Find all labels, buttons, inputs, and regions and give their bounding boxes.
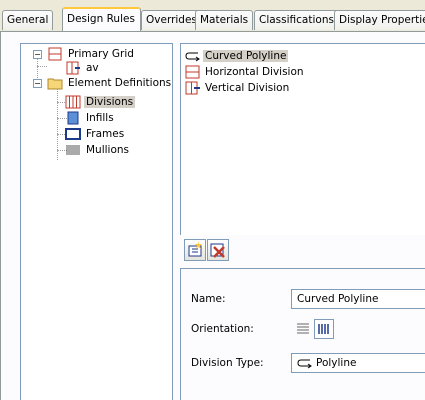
division-type-label: Division Type: [191, 357, 264, 369]
list-item[interactable]: Vertical Division [185, 80, 291, 96]
list-toolbar [180, 235, 425, 265]
tree-item-element-definitions[interactable]: Element Definitions [47, 75, 173, 91]
tree-item-infills[interactable]: Infills [65, 110, 116, 126]
horizontal-division-icon [185, 65, 201, 79]
division-type-value: Polyline [316, 357, 357, 369]
orientation-toggle [291, 317, 341, 341]
tab-display-properties[interactable]: Display Properties [334, 10, 425, 30]
tree-item-label: av [86, 62, 99, 74]
divisions-icon [65, 95, 81, 109]
tree-connector [37, 66, 47, 67]
name-field[interactable]: Curved Polyline [291, 289, 425, 309]
tree-connector [57, 80, 58, 160]
vertical-division-icon [65, 61, 81, 75]
list-item-label: Horizontal Division [205, 66, 304, 78]
vertical-lines-icon [318, 324, 329, 334]
tree-item-label: Element Definitions [68, 77, 172, 89]
tree-item-label: Primary Grid [68, 48, 134, 60]
tree-item-divisions[interactable]: Divisions [65, 94, 136, 110]
properties-panel: Name: Curved Polyline Orientation: Divis… [180, 268, 425, 400]
delete-division-button[interactable] [207, 239, 229, 261]
tab-design-rules[interactable]: Design Rules [62, 7, 141, 31]
tab-strip: General Design Rules Overrides Materials… [0, 6, 425, 32]
list-item[interactable]: Horizontal Division [185, 64, 306, 80]
infill-icon [65, 111, 81, 125]
name-field-value: Curved Polyline [297, 293, 379, 305]
tree-item-av[interactable]: av [65, 60, 101, 76]
horizontal-lines-icon [297, 323, 309, 334]
orientation-horizontal-button[interactable] [293, 319, 313, 339]
orientation-vertical-button[interactable] [314, 319, 334, 339]
polyline-icon [297, 356, 313, 370]
tree-item-label: Divisions [84, 96, 136, 108]
tab-overrides[interactable]: Overrides [141, 10, 202, 30]
name-label: Name: [191, 293, 226, 305]
tree-item-mullions[interactable]: Mullions [65, 142, 131, 158]
collapse-icon[interactable]: − [33, 79, 42, 88]
tree-item-frames[interactable]: Frames [65, 126, 126, 142]
collapse-icon[interactable]: − [33, 50, 42, 59]
element-tree[interactable]: − Primary Grid av − Element Definitions … [20, 43, 173, 400]
delete-icon [210, 243, 225, 258]
list-item-label: Vertical Division [205, 82, 290, 94]
list-item-label: Curved Polyline [203, 50, 289, 62]
mullion-icon [65, 143, 81, 157]
tree-item-label: Frames [86, 128, 125, 140]
division-list[interactable]: Curved Polyline Horizontal Division Vert… [180, 43, 425, 265]
new-item-icon [188, 241, 202, 257]
new-division-button[interactable] [184, 239, 206, 261]
vertical-division-icon [185, 81, 201, 95]
grid-icon [47, 47, 63, 61]
folder-icon [47, 76, 63, 90]
tree-item-label: Mullions [86, 144, 130, 156]
orientation-label: Orientation: [191, 323, 254, 335]
tab-materials[interactable]: Materials [195, 10, 254, 30]
frame-icon [65, 127, 81, 141]
list-item[interactable]: Curved Polyline [185, 48, 289, 64]
tab-general[interactable]: General [2, 10, 54, 30]
tree-item-label: Infills [86, 112, 114, 124]
curved-polyline-icon [185, 49, 201, 63]
tab-classifications[interactable]: Classifications [254, 10, 339, 30]
division-type-select[interactable]: Polyline [291, 353, 425, 373]
